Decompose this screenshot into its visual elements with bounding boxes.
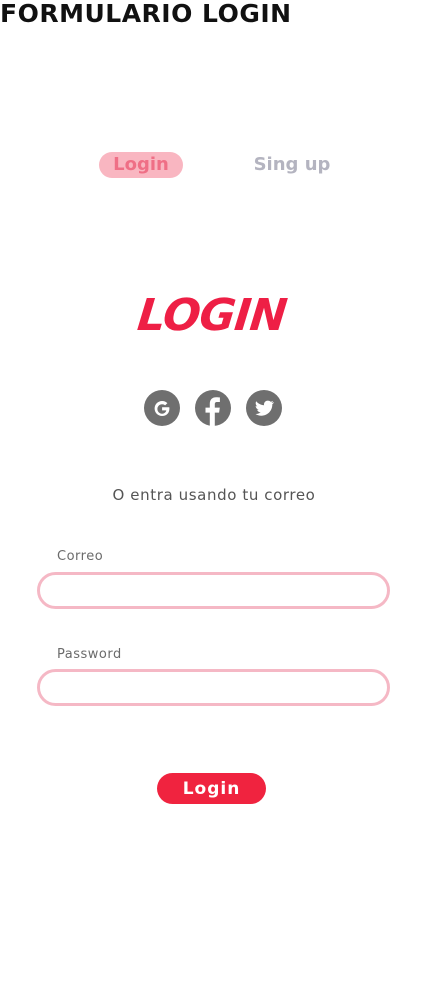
twitter-icon[interactable] (246, 390, 282, 426)
email-label: Correo (57, 549, 104, 564)
alt-login-text: O entra usando tu correo (112, 486, 316, 504)
tab-bar: Login Sing up (0, 0, 428, 178)
password-field[interactable] (37, 669, 390, 706)
google-icon[interactable] (144, 390, 180, 426)
logo-text: LOGIN (135, 290, 289, 341)
tab-login[interactable]: Login (99, 152, 183, 178)
email-field[interactable] (37, 572, 390, 609)
facebook-icon[interactable] (195, 390, 231, 426)
page-title: FORMULARIO LOGIN (0, 0, 292, 28)
tab-signup[interactable]: Sing up (246, 152, 338, 178)
password-label: Password (57, 647, 122, 662)
login-logo: LOGIN (120, 286, 310, 346)
login-button[interactable]: Login (157, 773, 266, 804)
